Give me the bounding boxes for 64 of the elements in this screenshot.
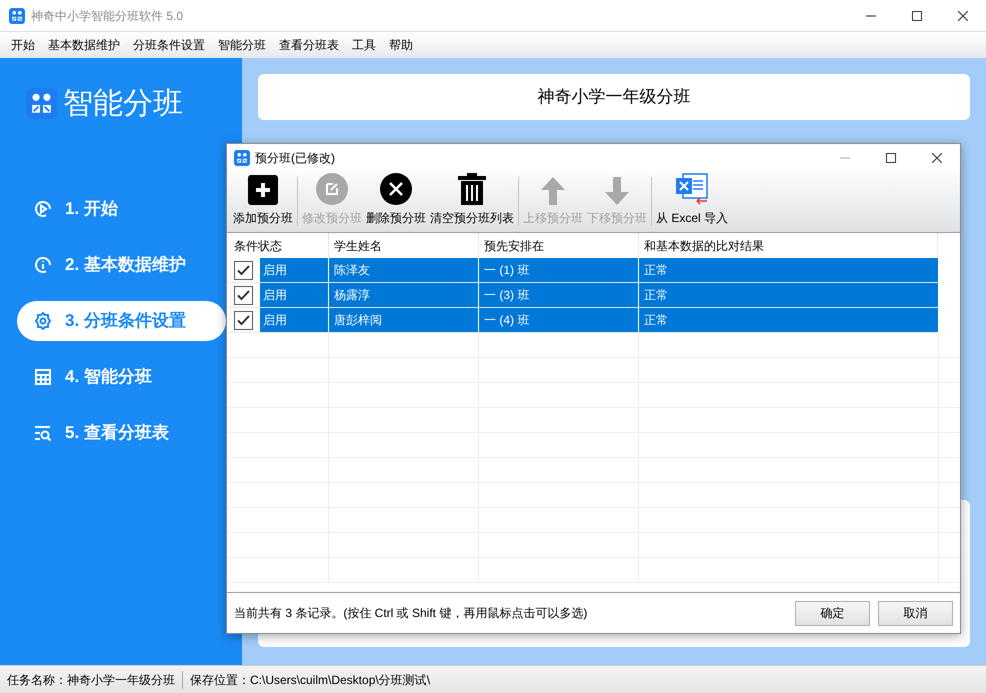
table-cell: 唐彭梓阅 [328,308,478,332]
menu-item[interactable]: 查看分班表 [279,36,339,54]
settings-icon [33,311,53,331]
table-row[interactable]: 启用 陈泽友 一 (1) 班 正常 [227,258,938,283]
table-cell: 启用 [260,308,328,332]
close-icon[interactable] [958,10,968,20]
column-header[interactable]: 条件状态 [227,233,328,258]
sidebar-title: 智能分班 [63,88,183,118]
table-cell: 正常 [638,308,938,332]
table-cell: 杨露淳 [328,283,478,307]
window-title: 神奇中小学智能分班软件 5.0 [31,8,184,24]
close-icon[interactable] [932,152,942,162]
sidebar-item[interactable]: 4. 智能分班 [17,357,226,397]
header-title: 神奇小学一年级分班 [538,86,690,108]
table-cell: 正常 [638,258,938,282]
table-cell: 启用 [260,258,328,282]
record-count-text: 当前共有 3 条记录。(按住 Ctrl 或 Shift 键，再用鼠标点击可以多选) [234,605,588,622]
app-logo-icon [9,8,25,24]
toolbar-button[interactable]: 添加预分班 [231,171,295,232]
sidebar-item[interactable]: 3. 分班条件设置 [17,301,226,341]
menu-item[interactable]: 工具 [352,36,376,54]
arrow-down-icon [605,177,629,205]
status-location: 保存位置：C:\Users\cuilm\Desktop\分班测试\ [189,672,432,688]
table-cell: 一 (1) 班 [478,258,638,282]
toolbar-button[interactable]: 从 Excel 导入 [654,171,730,232]
minimize-icon[interactable] [866,14,876,16]
checkbox[interactable] [234,260,253,280]
maximize-icon[interactable] [912,10,922,20]
menu-item[interactable]: 帮助 [389,36,413,54]
arrow-up-icon [541,177,565,205]
checkbox[interactable] [234,286,253,304]
toolbar-button[interactable]: 删除预分班 [364,171,428,232]
maximize-icon[interactable] [886,152,896,162]
dialog-title: 预分班(已修改) [255,150,335,166]
app-logo-icon [234,150,250,166]
delete-icon [380,173,412,205]
plus-icon [248,175,278,205]
table-cell: 一 (3) 班 [478,283,638,307]
table-row[interactable]: 启用 杨露淳 一 (3) 班 正常 [227,283,938,308]
play-icon [33,199,53,219]
table-icon [33,367,53,387]
app-logo-icon [26,88,57,119]
sidebar-item[interactable]: 1. 开始 [17,189,226,229]
sidebar-item[interactable]: 5. 查看分班表 [17,413,226,453]
table-row[interactable]: 启用 唐彭梓阅 一 (4) 班 正常 [227,308,938,333]
status-task: 任务名称：神奇小学一年级分班 [0,670,183,688]
dialog-button[interactable]: 确定 [795,600,870,626]
excel-import-icon [675,173,709,205]
sidebar-item[interactable]: 2. 基本数据维护 [17,245,226,285]
edit-icon [316,173,348,205]
info-icon [33,255,53,275]
menu-item[interactable]: 开始 [11,36,35,54]
toolbar-button[interactable]: 清空预分班列表 [428,171,516,232]
menu-item[interactable]: 分班条件设置 [133,36,205,54]
table-cell: 陈泽友 [328,258,478,282]
table-cell: 一 (4) 班 [478,308,638,332]
table-cell: 正常 [638,283,938,307]
table-cell: 启用 [260,283,328,307]
search-list-icon [33,423,53,443]
menu-item[interactable]: 基本数据维护 [48,36,120,54]
checkbox[interactable] [234,310,253,330]
dialog-button[interactable]: 取消 [878,600,953,626]
trash-icon [458,173,486,205]
menu-item[interactable]: 智能分班 [218,36,266,54]
